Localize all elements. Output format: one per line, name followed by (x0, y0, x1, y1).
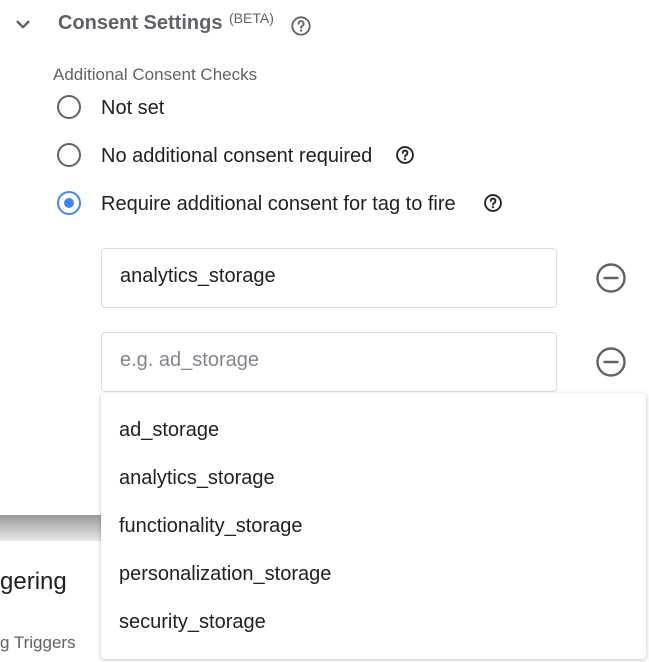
remove-circle-icon[interactable] (595, 262, 627, 294)
dropdown-option-security-storage[interactable]: security_storage (119, 611, 266, 634)
radio-label-no-additional-consent[interactable]: No additional consent required (101, 145, 372, 168)
radio-require-additional-consent[interactable] (57, 191, 81, 215)
help-icon[interactable] (483, 193, 503, 213)
dropdown-option-ad-storage[interactable]: ad_storage (119, 419, 219, 442)
radio-label-require-additional-consent[interactable]: Require additional consent for tag to fi… (101, 193, 456, 216)
help-icon[interactable] (395, 145, 415, 165)
triggers-label: g Triggers (0, 633, 76, 652)
radio-no-additional-consent[interactable] (57, 143, 81, 167)
chevron-down-icon[interactable] (10, 12, 36, 38)
section-divider-shadow (0, 515, 101, 541)
consent-type-field[interactable] (101, 332, 557, 392)
radio-not-set[interactable] (57, 95, 81, 119)
help-icon[interactable] (290, 15, 312, 37)
consent-settings-title: Consent Settings (58, 12, 223, 34)
consent-type-field[interactable] (101, 248, 557, 308)
triggering-section-title: gering (0, 568, 67, 595)
consent-type-input[interactable] (120, 265, 540, 288)
consent-type-input[interactable] (120, 349, 540, 372)
remove-circle-icon[interactable] (595, 346, 627, 378)
beta-badge: (BETA) (229, 10, 274, 26)
dropdown-option-personalization-storage[interactable]: personalization_storage (119, 563, 331, 586)
dropdown-option-functionality-storage[interactable]: functionality_storage (119, 515, 302, 538)
additional-consent-checks-label: Additional Consent Checks (53, 65, 258, 84)
radio-label-not-set[interactable]: Not set (101, 97, 164, 120)
dropdown-option-analytics-storage[interactable]: analytics_storage (119, 467, 275, 490)
consent-type-dropdown: ad_storage analytics_storage functionali… (101, 393, 646, 659)
